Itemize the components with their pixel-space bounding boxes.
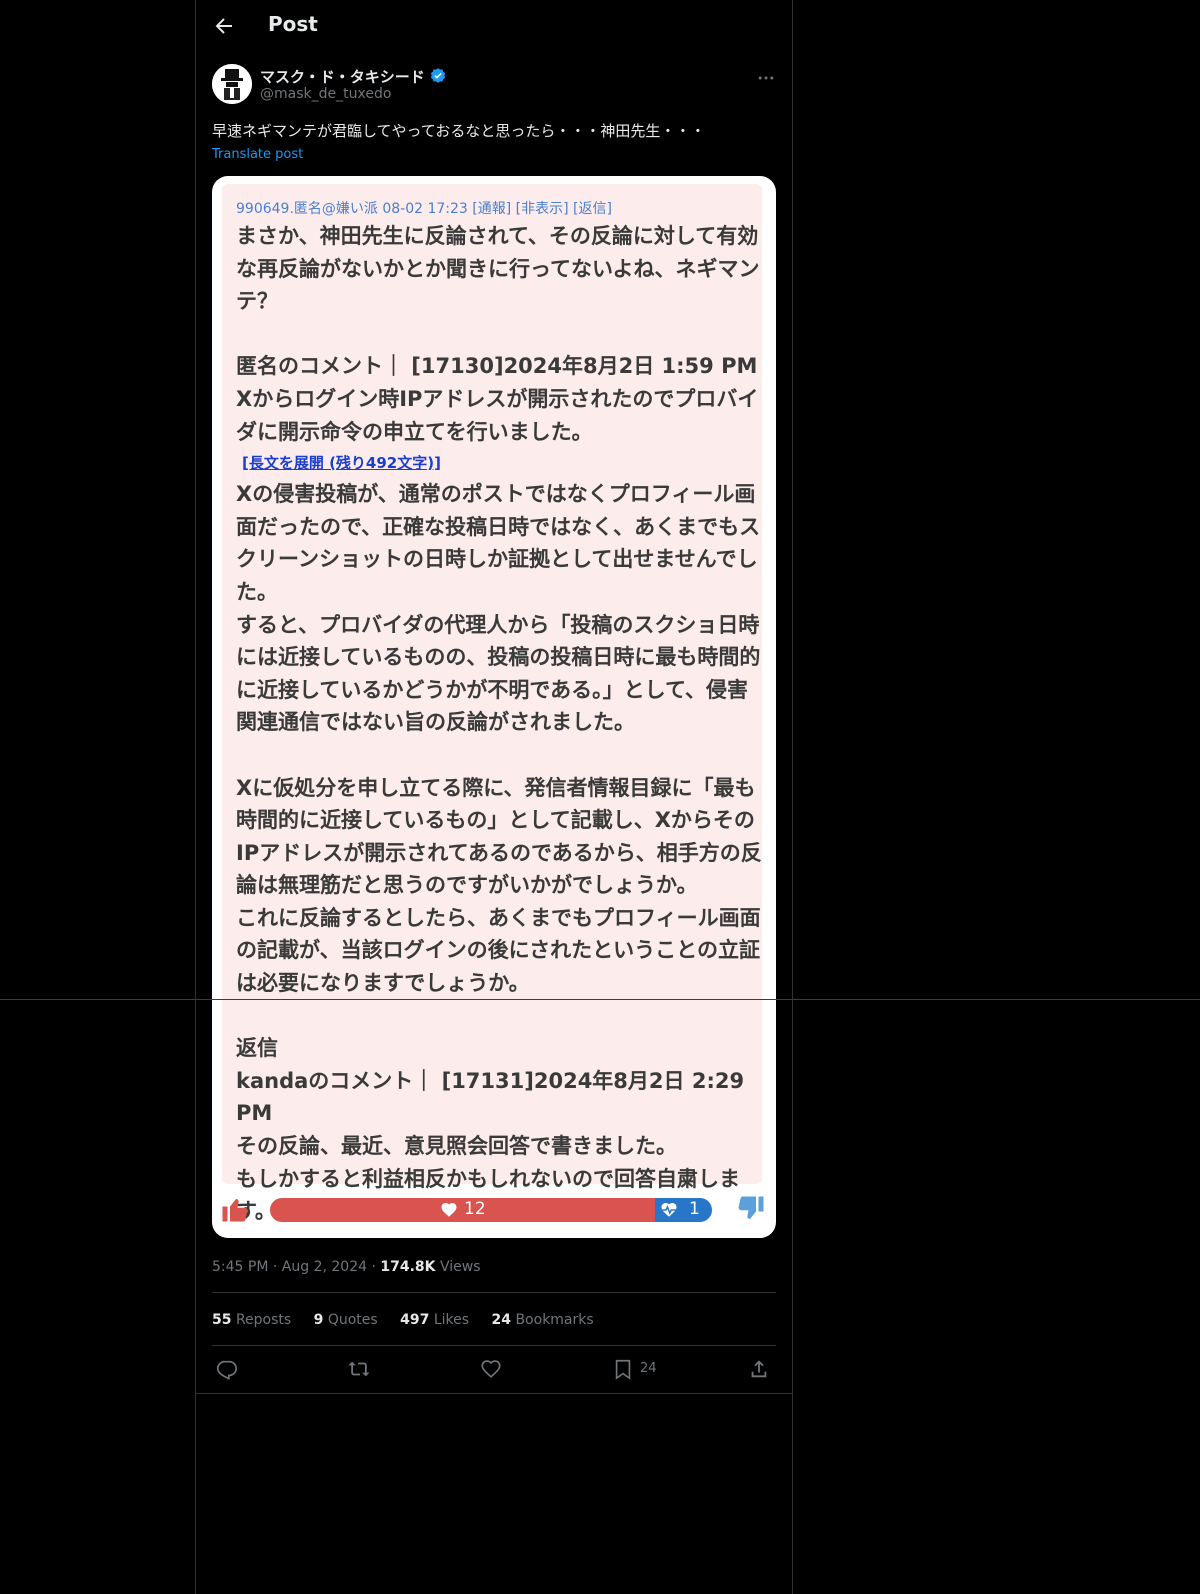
likes-label: Likes — [433, 1312, 470, 1328]
reposts-label: Reposts — [235, 1312, 292, 1328]
action-bar: 24 — [212, 1358, 776, 1386]
thumbs-up-icon — [222, 1199, 248, 1222]
likes-stat[interactable]: 497 Likes — [400, 1312, 469, 1328]
author-handle[interactable]: @mask_de_tuxedo — [260, 86, 391, 102]
comment-line: Xの侵害投稿が、通常のポストではなくプロフィール画面だったので、正確な投稿日時で… — [236, 482, 761, 604]
comment-body: まさか、神田先生に反論されて、その反論に対して有効な再反論がないかとか聞きに行っ… — [236, 220, 766, 1228]
translate-post-link[interactable]: Translate post — [212, 147, 303, 162]
bookmarks-stat[interactable]: 24 Bookmarks — [492, 1312, 594, 1328]
horizontal-guide-line — [0, 999, 1200, 1000]
vote-bar: 12 1 — [212, 1192, 776, 1228]
page-title: Post — [268, 12, 318, 36]
heart-outline-icon — [481, 1360, 501, 1378]
post-date[interactable]: Aug 2, 2024 — [282, 1259, 367, 1275]
comment-line: その反論、最近、意見照会回答で書きました。 — [236, 1134, 677, 1159]
divider — [212, 1292, 776, 1293]
comment-line: まさか、神田先生に反論されて、その反論に対して有効な再反論がないかとか聞きに行っ… — [236, 224, 760, 314]
comment-meta: 990649.匿名@嫌い派 08-02 17:23 [通報] [非表示] [返信… — [236, 201, 612, 217]
divider — [212, 1345, 776, 1346]
screenshot-comment-panel: 990649.匿名@嫌い派 08-02 17:23 [通報] [非表示] [返信… — [222, 184, 762, 1223]
heart-icon — [441, 1202, 457, 1217]
verified-badge-icon — [430, 68, 445, 83]
dislike-ratio-bar: 1 — [655, 1198, 712, 1222]
dislike-count: 1 — [689, 1199, 700, 1219]
like-count: 12 — [464, 1199, 486, 1219]
bookmark-button[interactable]: 24 — [612, 1358, 672, 1382]
reposts-stat[interactable]: 55 Reposts — [212, 1312, 291, 1328]
like-button[interactable] — [480, 1358, 502, 1382]
repost-icon — [348, 1361, 370, 1377]
share-icon — [751, 1360, 767, 1378]
post-time[interactable]: 5:45 PM — [212, 1259, 268, 1275]
reply-button[interactable] — [216, 1358, 238, 1382]
comment-line: Xに仮処分を申し立てる際に、発信者情報目録に「最も時間的に近接しているもの」とし… — [236, 775, 762, 898]
attached-image[interactable]: 990649.匿名@嫌い派 08-02 17:23 [通報] [非表示] [返信… — [212, 176, 776, 1238]
bookmark-icon — [615, 1359, 631, 1380]
bookmark-count: 24 — [640, 1361, 657, 1376]
heartbeat-icon — [661, 1202, 677, 1217]
expand-long-text-link: [長文を展開 (残り492文字)] — [242, 454, 441, 473]
comment-line: すると、プロバイダの代理人から「投稿のスクショ日時には近接しているものの、投稿の… — [236, 612, 761, 735]
share-button[interactable] — [748, 1358, 770, 1382]
reply-icon — [217, 1360, 237, 1380]
bookmarks-count: 24 — [491, 1312, 511, 1328]
tuxedo-mask-avatar-icon — [212, 64, 252, 104]
bookmarks-label: Bookmarks — [515, 1312, 594, 1328]
quotes-label: Quotes — [327, 1312, 378, 1328]
comment-line: 匿名のコメント｜ [17130]2024年8月2日 1:59 PM — [236, 354, 758, 379]
thumbs-down-icon — [738, 1196, 764, 1219]
engagement-stats: 55 Reposts 9 Quotes 497 Likes 24 Bookmar… — [212, 1312, 612, 1328]
avatar[interactable] — [212, 64, 252, 104]
repost-button[interactable] — [348, 1358, 370, 1382]
comment-line: kandaのコメント｜ [17131]2024年8月2日 2:29 PM — [236, 1068, 745, 1126]
author-name[interactable]: マスク・ド・タキシード — [260, 66, 447, 87]
back-arrow-icon[interactable] — [212, 14, 236, 38]
author-row: マスク・ド・タキシード @mask_de_tuxedo — [212, 64, 776, 108]
author-name-text: マスク・ド・タキシード — [260, 68, 425, 86]
top-bar: Post — [196, 0, 792, 54]
comment-line: Xからログイン時IPアドレスが開示されたのでプロバイダに開示命令の申立てを行いま… — [236, 386, 759, 444]
quotes-stat[interactable]: 9 Quotes — [314, 1312, 378, 1328]
views-label: Views — [439, 1259, 481, 1275]
reposts-count: 55 — [212, 1312, 232, 1328]
tweet-text: 早速ネギマンテが君臨してやっておるなと思ったら・・・神田先生・・・ — [212, 122, 706, 140]
divider — [196, 1393, 792, 1394]
more-options-icon[interactable] — [756, 68, 776, 88]
main-column: Post マスク・ド・タキシード @mask_de_tuxedo 早速ネギマンテ… — [195, 0, 793, 1594]
like-ratio-bar: 12 — [270, 1198, 655, 1222]
comment-line: これに反論するとしたら、あくまでもプロフィール画面の記載が、当該ログインの後にさ… — [236, 905, 761, 996]
views-count: 174.8K — [380, 1259, 436, 1275]
quotes-count: 9 — [313, 1312, 324, 1328]
comment-line: 返信 — [236, 1036, 278, 1061]
likes-count: 497 — [400, 1312, 430, 1328]
post-timestamp: 5:45 PM · Aug 2, 2024 · 174.8K Views — [212, 1259, 481, 1275]
